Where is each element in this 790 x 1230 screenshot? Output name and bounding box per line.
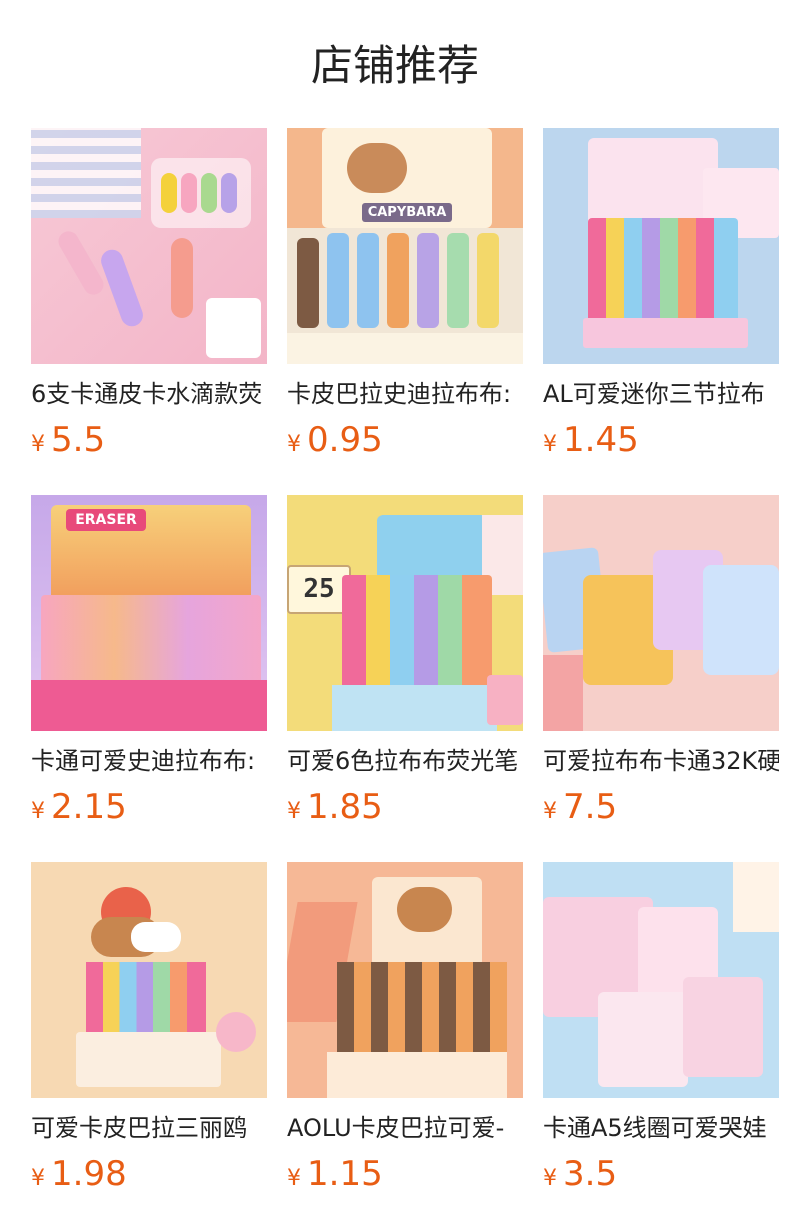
price-amount: 1.85 — [307, 787, 383, 827]
price-amount: 2.15 — [51, 787, 127, 827]
product-image[interactable] — [543, 495, 779, 731]
product-name[interactable]: 可爱6色拉布布荧光笔 — [287, 741, 523, 781]
product-price: ¥2.15 — [31, 787, 267, 829]
currency-symbol: ¥ — [287, 432, 301, 457]
product-name[interactable]: 可爱卡皮巴拉三丽鸥 — [31, 1108, 267, 1148]
product-name[interactable]: 6支卡通皮卡水滴款荧 — [31, 374, 267, 414]
product-image[interactable]: 25 — [287, 495, 523, 731]
product-image[interactable] — [543, 862, 779, 1098]
price-amount: 1.15 — [307, 1154, 383, 1194]
product-price: ¥1.45 — [543, 420, 779, 462]
product-card[interactable]: 可爱拉布布卡通32K硬 ¥7.5 — [543, 495, 779, 829]
currency-symbol: ¥ — [31, 432, 45, 457]
product-image[interactable] — [31, 128, 267, 364]
product-name[interactable]: AOLU卡皮巴拉可爱- — [287, 1108, 523, 1148]
product-price: ¥3.5 — [543, 1154, 779, 1196]
product-price: ¥1.15 — [287, 1154, 523, 1196]
currency-symbol: ¥ — [287, 799, 301, 824]
product-card[interactable]: 6支卡通皮卡水滴款荧 ¥5.5 — [31, 128, 267, 462]
product-price: ¥7.5 — [543, 787, 779, 829]
product-name[interactable]: 卡皮巴拉史迪拉布布: — [287, 374, 523, 414]
product-price: ¥0.95 — [287, 420, 523, 462]
product-card[interactable]: 25 可爱6色拉布布荧光笔 ¥1.85 — [287, 495, 523, 829]
product-card[interactable]: 卡通A5线圈可爱哭娃 ¥3.5 — [543, 862, 779, 1196]
product-price: ¥5.5 — [31, 420, 267, 462]
currency-symbol: ¥ — [543, 1166, 557, 1191]
box-label: ERASER — [66, 509, 146, 531]
product-image[interactable] — [31, 862, 267, 1098]
price-amount: 1.98 — [51, 1154, 127, 1194]
price-amount: 3.5 — [563, 1154, 618, 1194]
box-label: CAPYBARA — [362, 203, 452, 222]
currency-symbol: ¥ — [543, 799, 557, 824]
product-card[interactable]: 可爱卡皮巴拉三丽鸥 ¥1.98 — [31, 862, 267, 1196]
product-card[interactable]: AOLU卡皮巴拉可爱- ¥1.15 — [287, 862, 523, 1196]
product-price: ¥1.98 — [31, 1154, 267, 1196]
currency-symbol: ¥ — [31, 1166, 45, 1191]
currency-symbol: ¥ — [31, 799, 45, 824]
product-card[interactable]: CAPYBARA 卡皮巴拉史迪拉布布: ¥0.95 — [287, 128, 523, 462]
price-amount: 1.45 — [563, 420, 639, 460]
price-amount: 5.5 — [51, 420, 106, 460]
currency-symbol: ¥ — [543, 432, 557, 457]
currency-symbol: ¥ — [287, 1166, 301, 1191]
product-image[interactable] — [543, 128, 779, 364]
product-card[interactable]: ERASER 卡通可爱史迪拉布布: ¥2.15 — [31, 495, 267, 829]
product-name[interactable]: 可爱拉布布卡通32K硬 — [543, 741, 779, 781]
price-amount: 0.95 — [307, 420, 383, 460]
product-image[interactable] — [287, 862, 523, 1098]
page-title: 店铺推荐 — [310, 41, 479, 90]
product-card[interactable]: AL可爱迷你三节拉布 ¥1.45 — [543, 128, 779, 462]
price-amount: 7.5 — [563, 787, 618, 827]
product-price: ¥1.85 — [287, 787, 523, 829]
product-image[interactable]: CAPYBARA — [287, 128, 523, 364]
product-name[interactable]: 卡通A5线圈可爱哭娃 — [543, 1108, 779, 1148]
product-image[interactable]: ERASER — [31, 495, 267, 731]
product-name[interactable]: 卡通可爱史迪拉布布: — [31, 741, 267, 781]
product-name[interactable]: AL可爱迷你三节拉布 — [543, 374, 779, 414]
